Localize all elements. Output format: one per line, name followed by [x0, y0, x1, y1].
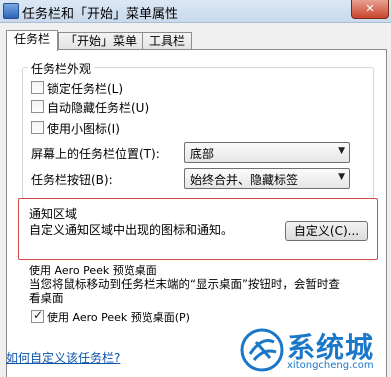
- aero-peek-title: 使用 Aero Peek 预览桌面: [29, 264, 157, 277]
- aero-peek-checkbox-label: 使用 Aero Peek 预览桌面(P): [47, 311, 190, 324]
- customize-button[interactable]: 自定义(C)...: [285, 221, 368, 241]
- watermark-logo-icon: [240, 328, 284, 372]
- watermark-url: xitongcheng.com: [287, 360, 374, 371]
- tab-taskbar[interactable]: 任务栏: [6, 30, 58, 51]
- help-link[interactable]: 如何自定义该任务栏?: [6, 349, 120, 366]
- title-bar: 任务栏和「开始」菜单属性 ✕: [0, 0, 391, 23]
- aero-peek-description: 当您将鼠标移动到任务栏末端的“显示桌面”按钮时，会暂时查看桌面: [29, 277, 340, 305]
- taskbar-location-value: 底部: [190, 147, 215, 161]
- appearance-group-title: 任务栏外观: [28, 60, 95, 77]
- lock-taskbar-label: 锁定任务栏(L): [47, 82, 124, 96]
- taskbar-buttons-value: 始终合并、隐藏标签: [190, 173, 299, 187]
- taskbar-location-label: 屏幕上的任务栏位置(T):: [31, 147, 160, 161]
- tab-toolbars[interactable]: 工具栏: [142, 32, 192, 50]
- lock-taskbar-checkbox[interactable]: [31, 81, 44, 94]
- chevron-down-icon: ▼: [338, 146, 345, 156]
- taskbar-location-select[interactable]: 底部 ▼: [184, 142, 350, 163]
- auto-hide-checkbox[interactable]: [31, 100, 44, 113]
- window-title: 任务栏和「开始」菜单属性: [22, 7, 179, 22]
- notification-area-title: 通知区域: [29, 207, 78, 221]
- aero-peek-checkbox[interactable]: [31, 308, 44, 323]
- small-icons-checkbox[interactable]: [31, 121, 44, 134]
- taskbar-buttons-label: 任务栏按钮(B):: [31, 173, 113, 187]
- chevron-down-icon: ▼: [338, 172, 345, 182]
- notification-area-description: 自定义通知区域中出现的图标和通知。: [29, 223, 234, 237]
- tab-start-menu[interactable]: 「开始」菜单: [58, 32, 144, 50]
- window-icon: [3, 3, 19, 19]
- watermark: 系统城 xitongcheng.com: [240, 326, 391, 376]
- close-button[interactable]: ✕: [351, 0, 389, 19]
- taskbar-buttons-select[interactable]: 始终合并、隐藏标签 ▼: [184, 168, 350, 189]
- small-icons-label: 使用小图标(I): [47, 122, 120, 136]
- auto-hide-label: 自动隐藏任务栏(U): [47, 101, 150, 115]
